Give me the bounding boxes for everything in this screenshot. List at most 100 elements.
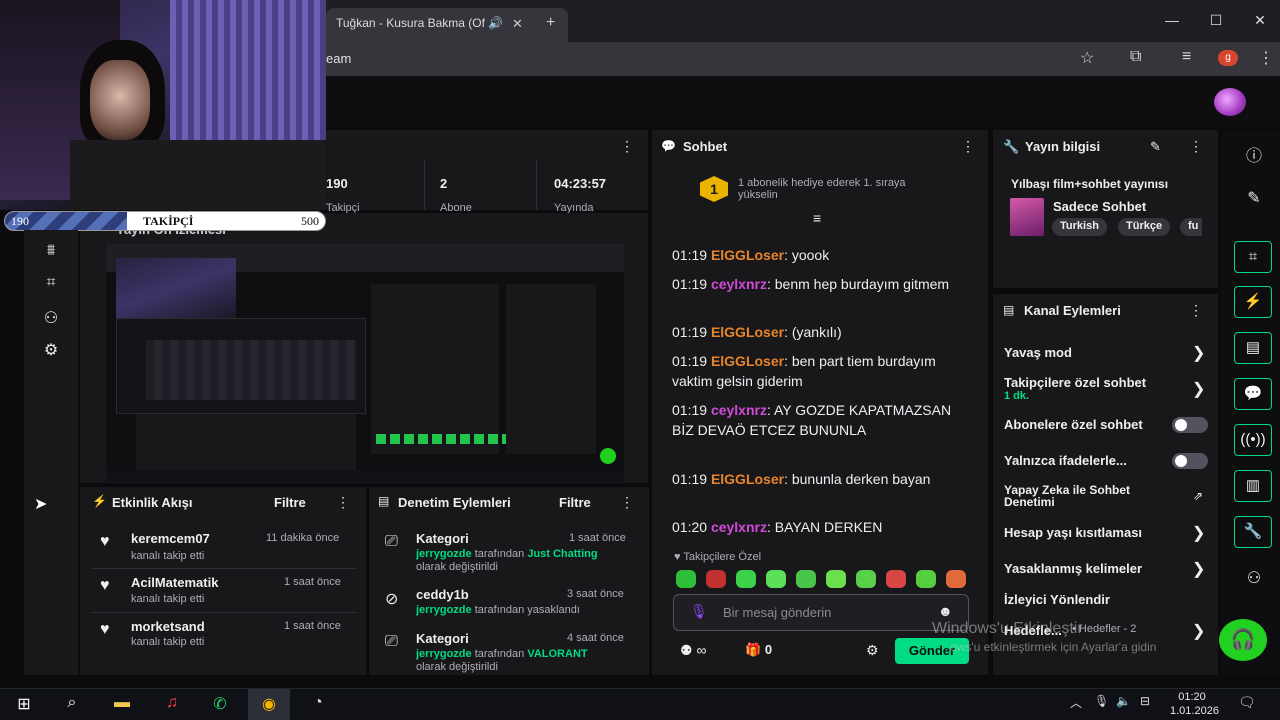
chat-settings-icon[interactable]: ⚙ [866,642,879,659]
chevron-right-icon[interactable]: ❯ [1192,343,1205,363]
chat-username[interactable]: ElGGLoser [711,471,784,487]
activity-item-name[interactable]: AcilMatematik [131,575,218,590]
browser-tab[interactable]: Tuğkan - Kusura Bakma (Of 🔊 [326,8,568,42]
chat-username[interactable]: ElGGLoser [711,247,784,263]
whatsapp-icon[interactable]: ✆ [208,694,232,714]
stream-category[interactable]: Sadece Sohbet [1053,199,1146,214]
emote[interactable] [856,570,876,588]
music-app-icon[interactable]: ♫ [160,694,184,714]
chevron-right-icon[interactable]: ❯ [1192,523,1205,543]
browser-menu-icon[interactable]: ⋮ [1258,48,1274,68]
mod-item-title[interactable]: ceddy1b [416,587,469,602]
streaming-app-icon[interactable]: ◔ [306,694,330,714]
banned-words-action[interactable]: Yasaklanmış kelimeler [1004,561,1142,576]
activity-item-name[interactable]: morketsand [131,619,205,634]
channel-actions-menu-icon[interactable]: ⋮ [1189,302,1203,319]
file-explorer-icon[interactable]: ▬ [110,694,134,714]
wrench-tool-icon[interactable]: 🔧 [1234,516,1272,548]
emote[interactable] [706,570,726,588]
maximize-button[interactable]: ☐ [1206,12,1226,29]
media-controls-icon[interactable]: ≡ [1182,48,1191,66]
close-window-button[interactable]: ✕ [1250,12,1270,29]
ai-moderation-action[interactable]: Yapay Zeka ile Sohbet Denetimi [1004,484,1174,508]
emote[interactable] [886,570,906,588]
tag[interactable]: Turkish [1052,218,1107,236]
gift-points[interactable]: 🎁 0 [745,642,772,658]
microphone-icon[interactable]: 🎙 [690,603,708,620]
followers-only-action[interactable]: Takipçilere özel sohbet [1004,375,1146,390]
slow-mode-action[interactable]: Yavaş mod [1004,345,1072,360]
emote[interactable] [736,570,756,588]
channel-points-icon[interactable]: ⚉ ∞ [680,642,706,659]
mod-menu-icon[interactable]: ⋮ [620,494,634,511]
emote[interactable] [946,570,966,588]
network-icon[interactable]: ⊟ [1140,694,1150,708]
stream-preview-video[interactable] [106,244,624,482]
lightning-icon[interactable]: ⚡ [1234,286,1272,318]
chat-username[interactable]: ElGGLoser [711,353,784,369]
emote[interactable] [766,570,786,588]
emote[interactable] [676,570,696,588]
minimize-button[interactable]: — [1162,12,1182,28]
edit-icon[interactable]: ✎ [1244,188,1264,208]
chat-expand-icon[interactable]: ≡ [813,210,821,226]
sub-only-toggle[interactable] [1172,417,1208,433]
stream-info-menu-icon[interactable]: ⋮ [1189,138,1203,155]
chevron-right-icon[interactable]: ❯ [1192,379,1205,399]
chat-username[interactable]: ceylxnrz [711,276,767,292]
profile-avatar[interactable]: g [1218,50,1238,66]
chat-input-placeholder[interactable]: Bir mesaj gönderin [723,605,831,620]
chat-username[interactable]: ceylxnrz [711,519,767,535]
user-avatar[interactable] [1214,88,1246,116]
activity-menu-icon[interactable]: ⋮ [336,494,350,511]
emote[interactable] [916,570,936,588]
mod-item-value[interactable]: Just Chatting [527,548,597,560]
url-text[interactable]: eam [326,51,351,66]
broadcast-icon[interactable]: ((•)) [1234,424,1272,456]
speaker-icon[interactable]: 🔊 [488,16,503,30]
tag[interactable]: Türkçe [1118,218,1171,236]
info-icon[interactable]: ⓘ [1244,142,1264,166]
external-link-icon[interactable]: ⇗ [1193,489,1203,503]
activity-item-name[interactable]: keremcem07 [131,531,210,546]
emote[interactable] [826,570,846,588]
clip-button-icon[interactable]: ⌗ [1234,241,1272,273]
chat-icon[interactable]: 💬 [1234,378,1272,410]
stats-menu-icon[interactable]: ⋮ [620,138,634,155]
activity-filter-button[interactable]: Filtre [274,495,306,510]
community-icon[interactable]: ⚇ [40,308,62,328]
category-box-art[interactable] [1010,198,1044,236]
edit-pencil-icon[interactable]: ✎ [1150,139,1161,155]
chevron-right-icon[interactable]: ❯ [1192,621,1205,641]
bookmark-star-icon[interactable]: ☆ [1080,48,1094,68]
extensions-icon[interactable]: ⧉ [1130,48,1141,66]
mod-item-user[interactable]: jerrygozde [416,604,472,616]
windows-start-icon[interactable]: ⊞ [12,694,36,714]
chat-username[interactable]: ElGGLoser [711,324,784,340]
mod-filter-button[interactable]: Filtre [559,495,591,510]
account-age-action[interactable]: Hesap yaşı kısıtlaması [1004,525,1142,540]
chat-menu-icon[interactable]: ⋮ [961,138,975,155]
dashboard-icon[interactable]: ⩩ [40,242,62,260]
headset-fab-icon[interactable]: 🎧 [1219,619,1267,661]
mod-item-value[interactable]: VALORANT [527,648,587,660]
chrome-icon[interactable]: ◉ [257,694,281,714]
community-dots-icon[interactable]: ⚇ [1244,568,1264,588]
tab-close-icon[interactable]: ✕ [512,16,523,32]
stream-manager-icon[interactable]: ⌗ [40,274,62,292]
search-icon[interactable]: ⌕ [60,694,84,714]
microphone-tray-icon[interactable]: 🎙 [1094,694,1109,708]
volume-icon[interactable]: 🔈 [1116,694,1131,708]
notes-icon[interactable]: ▤ [1234,332,1272,364]
tray-chevron-icon[interactable]: ︿ [1070,694,1082,711]
new-tab-button[interactable]: + [546,14,555,32]
emoji-picker-icon[interactable]: ☻ [938,603,953,619]
raid-action[interactable]: İzleyici Yönlendir [1004,592,1110,607]
emote-only-toggle[interactable] [1172,453,1208,469]
chat-username[interactable]: ceylxnrz [711,402,767,418]
layout-icon[interactable]: ▥ [1234,470,1272,502]
notifications-icon[interactable]: 🗨 [1238,694,1256,711]
hype-text[interactable]: 1 abonelik hediye ederek 1. sıraya yüksel… [738,177,906,201]
mod-item-user[interactable]: jerrygozde [416,548,472,560]
settings-gear-icon[interactable]: ⚙ [40,340,62,360]
